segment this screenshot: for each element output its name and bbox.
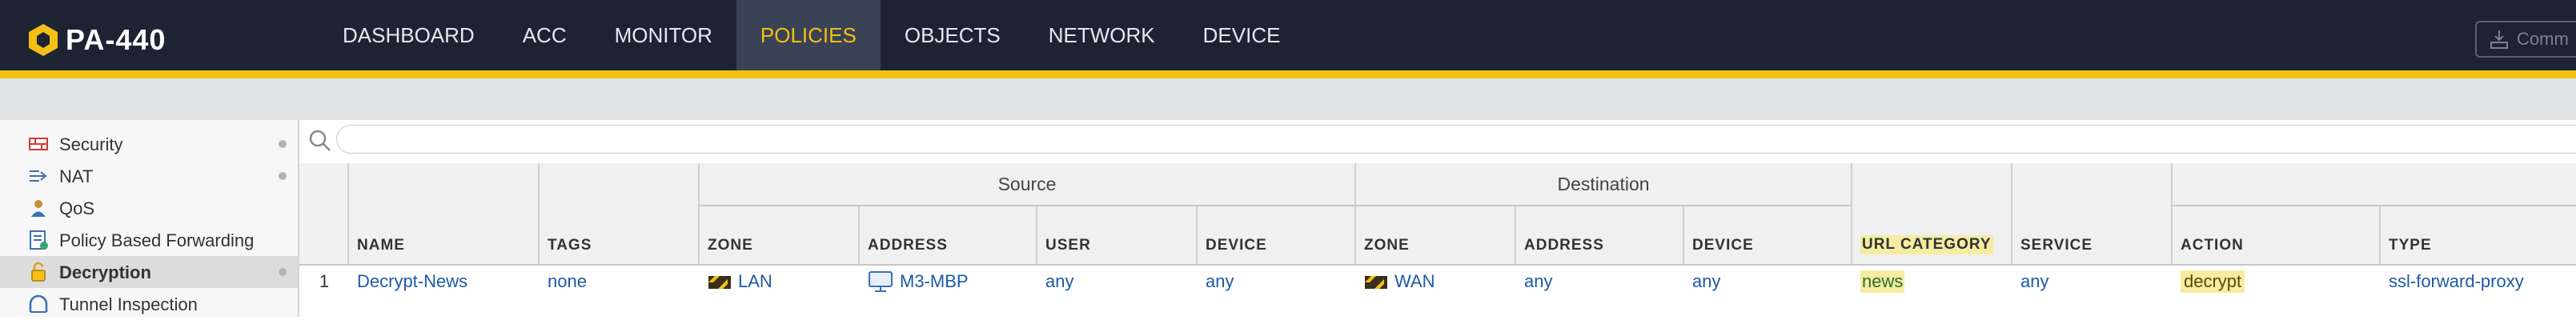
header-label: TYPE: [2389, 237, 2432, 254]
column-header-destination-device[interactable]: DEVICE: [1684, 206, 1852, 266]
status-dot: [279, 172, 287, 180]
header-label: USER: [1045, 237, 1091, 254]
security-rules-icon: [29, 138, 48, 150]
qos-icon: [31, 200, 46, 217]
paloalto-logo-icon: [29, 24, 58, 56]
sub-toolbar: [0, 78, 2576, 120]
header-label: ZONE: [708, 237, 753, 254]
search-input[interactable]: [336, 125, 2576, 154]
action-cell[interactable]: decrypt: [2173, 266, 2381, 298]
header-label: SERVICE: [2020, 237, 2093, 254]
sidebar-item-label: NAT: [59, 166, 94, 186]
search-icon: [309, 130, 331, 151]
column-header-type[interactable]: TYPE: [2381, 206, 2576, 266]
tab-device[interactable]: DEVICE: [1179, 0, 1305, 70]
main-nav: DASHBOARD ACC MONITOR POLICIES OBJECTS N…: [319, 0, 1304, 70]
sidebar-item-label: Decryption: [59, 262, 151, 282]
column-header-service[interactable]: SERVICE: [2012, 163, 2173, 266]
filter-bar: [299, 120, 2576, 163]
top-header: PA-440 DASHBOARD ACC MONITOR POLICIES OB…: [0, 0, 2576, 70]
row-number: 1: [319, 271, 330, 291]
header-label: DEVICE: [1692, 237, 1754, 254]
decryption-rules-table: NAME TAGS Source ZONE ADDRESS USER DEVIC…: [299, 163, 2576, 317]
logo: PA-440: [27, 21, 166, 59]
column-header-url-category[interactable]: URL CATEGORY: [1852, 163, 2012, 266]
url-category-value: news: [1860, 270, 1905, 293]
sidebar-item-label: Security: [59, 134, 123, 154]
source-zone-value: LAN: [738, 271, 772, 291]
destination-zone-cell[interactable]: WAN: [1356, 266, 1516, 298]
nat-icon: [30, 170, 47, 182]
header-accent-bar: [0, 70, 2576, 78]
column-header-destination-zone[interactable]: ZONE: [1356, 206, 1516, 266]
tunnel-icon: [29, 294, 48, 313]
column-header-destination-address[interactable]: ADDRESS: [1516, 206, 1684, 266]
tab-acc[interactable]: ACC: [499, 0, 591, 70]
status-dot: [279, 140, 287, 148]
decryption-lock-icon: [31, 262, 46, 282]
header-label: NAME: [357, 237, 405, 254]
sidebar-item-decryption[interactable]: Decryption: [0, 256, 298, 288]
sidebar-item-label: Policy Based Forwarding: [59, 230, 255, 250]
header-label: ADDRESS: [1524, 237, 1604, 254]
group-header-blank: [2173, 163, 2576, 206]
status-dot: [279, 268, 287, 276]
source-address-cell[interactable]: M3-MBP: [860, 266, 1037, 298]
destination-zone-value: WAN: [1394, 271, 1435, 291]
rule-tags[interactable]: none: [540, 266, 700, 298]
policy-sidebar: Security NAT QoS Policy Based Forwarding: [0, 120, 299, 317]
sidebar-item-label: Tunnel Inspection: [59, 294, 198, 314]
rule-name-link[interactable]: Decrypt-News: [349, 266, 540, 298]
destination-address-cell[interactable]: any: [1516, 266, 1684, 298]
header-label: ADDRESS: [868, 237, 948, 254]
device-name: PA-440: [66, 23, 167, 56]
action-value: decrypt: [2181, 270, 2245, 293]
header-label: TAGS: [548, 237, 592, 254]
source-address-value: M3-MBP: [900, 271, 969, 291]
column-header-action[interactable]: ACTION: [2173, 206, 2381, 266]
header-label: ACTION: [2181, 237, 2244, 254]
service-cell[interactable]: any: [2012, 266, 2173, 298]
sidebar-item-policy-based-forwarding[interactable]: Policy Based Forwarding: [0, 224, 298, 256]
pbf-icon: [30, 230, 48, 250]
tab-policies[interactable]: POLICIES: [736, 0, 881, 70]
tab-dashboard[interactable]: DASHBOARD: [319, 0, 499, 70]
sidebar-item-qos[interactable]: QoS: [0, 192, 298, 224]
column-header-tags[interactable]: TAGS: [540, 163, 700, 266]
type-cell[interactable]: ssl-forward-proxy: [2381, 266, 2576, 298]
source-user-cell[interactable]: any: [1037, 266, 1198, 298]
tab-network[interactable]: NETWORK: [1025, 0, 1179, 70]
tab-objects[interactable]: OBJECTS: [881, 0, 1025, 70]
column-header-name[interactable]: NAME: [349, 163, 540, 266]
header-label: URL CATEGORY: [1860, 235, 1993, 254]
source-zone-cell[interactable]: LAN: [700, 266, 860, 298]
commit-button[interactable]: Comm: [2475, 21, 2576, 58]
header-label: ZONE: [1364, 237, 1410, 254]
tab-monitor[interactable]: MONITOR: [591, 0, 736, 70]
sidebar-item-nat[interactable]: NAT: [0, 160, 298, 192]
column-header-source-user[interactable]: USER: [1037, 206, 1198, 266]
source-device-cell[interactable]: any: [1198, 266, 1356, 298]
address-computer-icon: [869, 271, 893, 292]
column-header-source-zone[interactable]: ZONE: [700, 206, 860, 266]
commit-icon: [2490, 30, 2508, 49]
zone-icon: [708, 276, 731, 289]
sidebar-item-label: QoS: [59, 198, 95, 218]
commit-label: Comm: [2517, 29, 2569, 49]
header-label: DEVICE: [1206, 237, 1267, 254]
group-header-destination: Destination: [1356, 163, 1852, 206]
sidebar-item-tunnel-inspection[interactable]: Tunnel Inspection: [0, 288, 298, 320]
row-number-header: [299, 163, 349, 266]
zone-icon: [1365, 276, 1387, 289]
group-header-source: Source: [700, 163, 1356, 206]
destination-device-cell[interactable]: any: [1684, 266, 1852, 298]
column-header-source-address[interactable]: ADDRESS: [860, 206, 1037, 266]
sidebar-item-security[interactable]: Security: [0, 128, 298, 160]
column-header-source-device[interactable]: DEVICE: [1198, 206, 1356, 266]
url-category-cell[interactable]: news: [1852, 266, 2012, 298]
